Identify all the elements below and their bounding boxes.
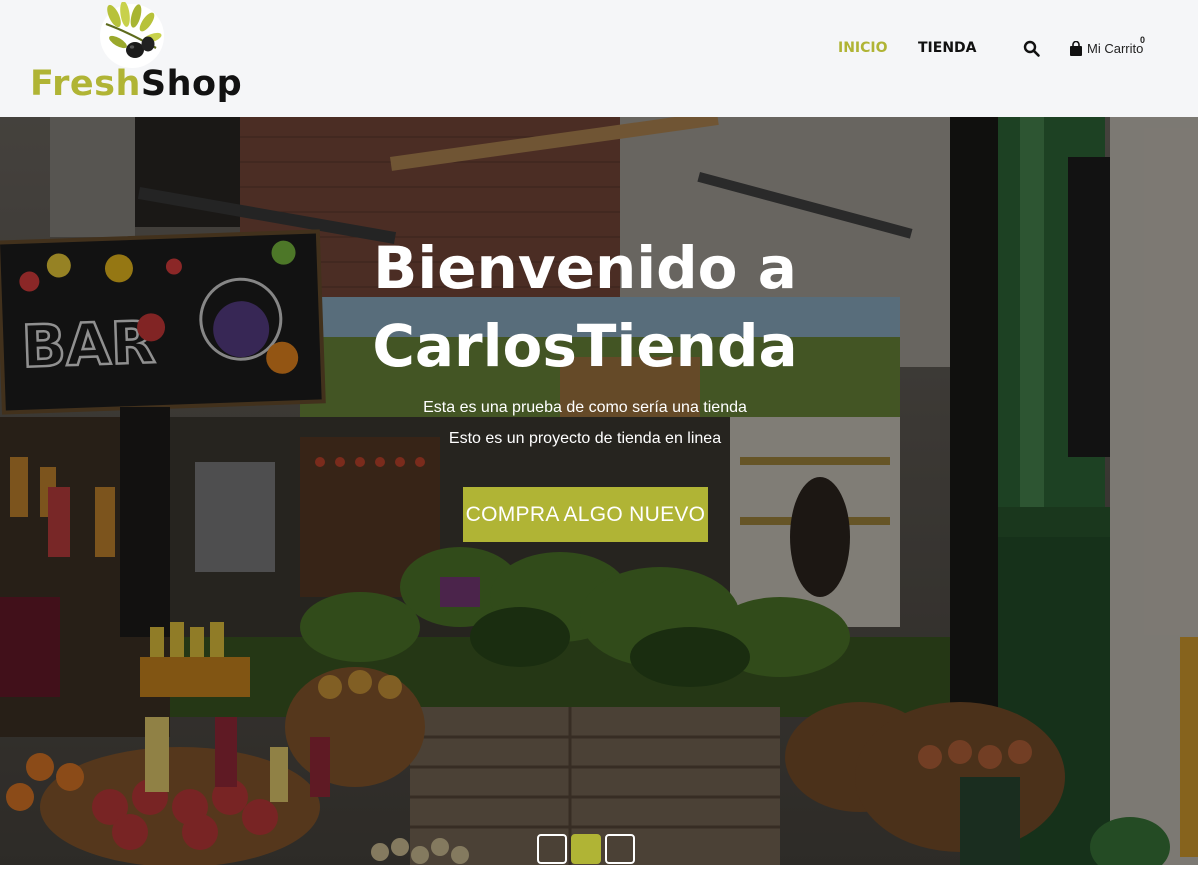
hero-title-line1: Bienvenido a bbox=[373, 234, 797, 302]
search-button[interactable] bbox=[1023, 40, 1041, 58]
hero-subtitle-2: Esto es un proyecto de tienda en linea bbox=[448, 430, 722, 447]
logo-text-shop: Shop bbox=[140, 64, 243, 104]
slider-dot-2[interactable] bbox=[571, 834, 601, 864]
hero-title-line2: CarlosTienda bbox=[372, 312, 798, 380]
page-bottom-strip bbox=[0, 865, 1198, 887]
slider-dot-1[interactable] bbox=[537, 834, 567, 864]
hero-slider: BAR Bienvenido a CarlosTienda Esta es un… bbox=[0, 117, 1198, 865]
hero-title: Bienvenido a CarlosTienda bbox=[0, 229, 1170, 385]
search-icon bbox=[1023, 40, 1040, 57]
slider-dot-3[interactable] bbox=[605, 834, 635, 864]
cart-label: Mi Carrito bbox=[1087, 41, 1144, 56]
nav-item-inicio[interactable]: INICIO bbox=[838, 40, 888, 56]
main-nav: INICIO TIENDA bbox=[0, 40, 1198, 60]
hero-subtitle-1: Esta es una prueba de como sería una tie… bbox=[423, 399, 747, 416]
shop-now-button[interactable]: COMPRA ALGO NUEVO bbox=[463, 487, 708, 542]
site-header: FreshShop INICIO TIENDA Mi Carrito 0 bbox=[0, 0, 1198, 117]
logo-text: FreshShop bbox=[30, 64, 242, 104]
logo-text-fresh: Fresh bbox=[30, 64, 141, 104]
cart-count-badge: 0 bbox=[1140, 35, 1146, 45]
nav-item-tienda[interactable]: TIENDA bbox=[918, 40, 977, 56]
shopping-bag-icon bbox=[1070, 41, 1082, 56]
